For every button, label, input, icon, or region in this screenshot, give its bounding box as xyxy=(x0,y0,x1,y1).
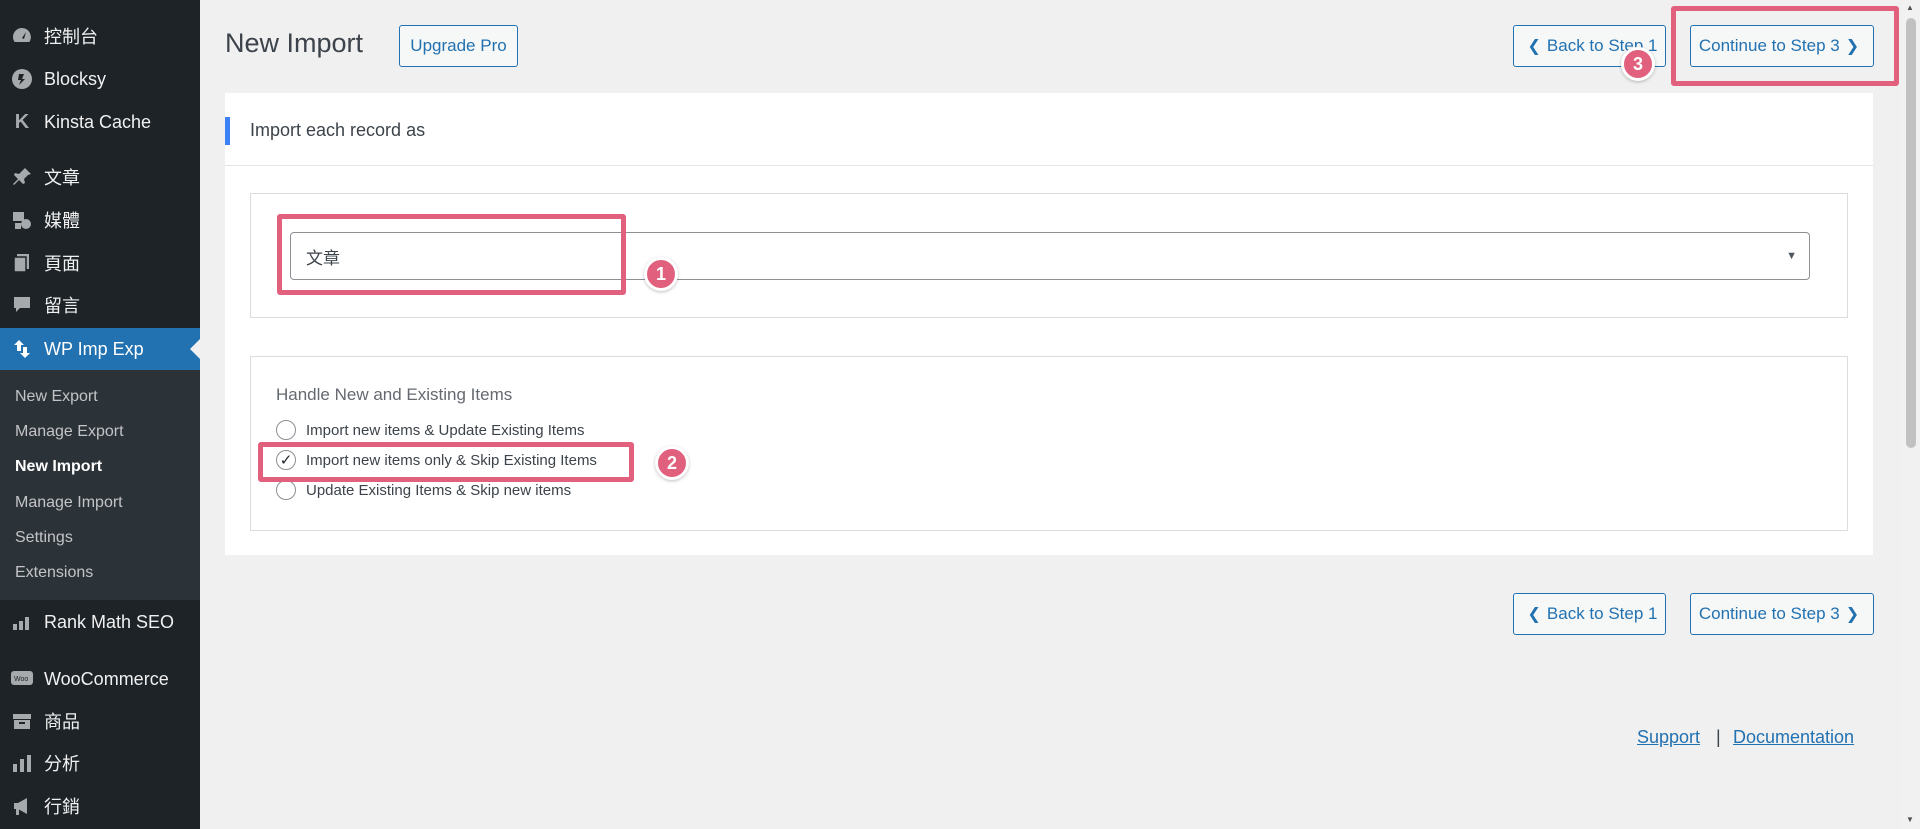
footer-separator: | xyxy=(1716,727,1721,747)
option-import-update[interactable]: Import new items & Update Existing Items xyxy=(276,420,584,440)
sidebar-item-marketing[interactable]: 行銷 xyxy=(0,785,200,827)
sidebar-item-label: WP Imp Exp xyxy=(44,338,144,359)
blocksy-icon xyxy=(10,67,34,91)
submenu-extensions[interactable]: Extensions xyxy=(15,564,93,582)
support-link-wrap: Support xyxy=(1637,727,1700,748)
import-settings-card: Import each record as 文章 ▼ Handle New an… xyxy=(225,93,1873,555)
option-label: Import new items & Update Existing Items xyxy=(306,421,585,439)
step-badge-2: 2 xyxy=(655,446,689,480)
submenu-new-import[interactable]: New Import xyxy=(15,458,102,476)
pages-icon xyxy=(10,251,34,275)
handle-items-heading: Handle New and Existing Items xyxy=(276,385,513,404)
dashboard-icon xyxy=(10,24,34,48)
sidebar-item-wp-imp-exp[interactable]: WP Imp Exp xyxy=(0,328,200,370)
sidebar-item-label: Kinsta Cache xyxy=(44,111,152,132)
sidebar-item-label: 分析 xyxy=(44,754,80,774)
radio-button[interactable] xyxy=(276,480,296,500)
scroll-down-arrow-icon[interactable]: ▼ xyxy=(1906,815,1914,824)
sidebar-item-label: 行銷 xyxy=(44,797,80,817)
chevron-right-icon: ❯ xyxy=(1845,606,1860,623)
pin-icon xyxy=(10,165,34,189)
sidebar-item-analytics[interactable]: 分析 xyxy=(0,742,200,784)
sidebar-item-kinsta[interactable]: K Kinsta Cache xyxy=(0,101,200,143)
sidebar-item-products[interactable]: 商品 xyxy=(0,700,200,742)
section-accent-bar xyxy=(225,117,230,145)
dropdown-caret-icon: ▼ xyxy=(1786,250,1797,262)
sidebar-item-posts[interactable]: 文章 xyxy=(0,156,200,198)
sidebar-item-blocksy[interactable]: Blocksy xyxy=(0,58,200,100)
sidebar-item-label: 文章 xyxy=(44,168,80,188)
documentation-link[interactable]: Documentation xyxy=(1733,727,1854,747)
wp-imp-exp-submenu: New Export Manage Export New Import Mana… xyxy=(0,370,200,600)
sidebar-item-label: 留言 xyxy=(44,296,80,316)
documentation-link-wrap: Documentation xyxy=(1733,727,1854,748)
highlight-box-3 xyxy=(1671,6,1899,86)
section-title: Import each record as xyxy=(250,120,426,140)
page-title: New Import xyxy=(225,28,364,58)
highlight-box-1 xyxy=(277,214,626,295)
sidebar-item-media[interactable]: 媒體 xyxy=(0,199,200,241)
sidebar-item-label: WooCommerce xyxy=(44,668,169,689)
svg-text:Woo: Woo xyxy=(14,676,28,683)
highlight-box-2 xyxy=(258,442,634,482)
submenu-settings[interactable]: Settings xyxy=(15,529,73,547)
sidebar-item-comments[interactable]: 留言 xyxy=(0,284,200,326)
page-scrollbar[interactable]: ▲ ▼ xyxy=(1902,0,1920,829)
step-badge-3: 3 xyxy=(1621,47,1655,81)
submenu-new-export[interactable]: New Export xyxy=(15,388,98,406)
back-to-step1-bottom-button[interactable]: ❮ Back to Step 1 xyxy=(1513,593,1666,635)
upgrade-pro-label: Upgrade Pro xyxy=(410,36,507,55)
rank-math-icon xyxy=(10,610,34,634)
submenu-manage-import[interactable]: Manage Import xyxy=(15,494,123,512)
sidebar-item-label: Blocksy xyxy=(44,68,107,89)
scrollbar-thumb[interactable] xyxy=(1906,18,1916,448)
sidebar-item-label: Rank Math SEO xyxy=(44,611,175,632)
analytics-icon xyxy=(10,751,34,775)
comments-icon xyxy=(10,293,34,317)
option-update-skip[interactable]: Update Existing Items & Skip new items xyxy=(276,480,571,500)
sidebar-item-dashboard[interactable]: 控制台 xyxy=(0,15,200,57)
sidebar-item-label: 媒體 xyxy=(44,211,80,231)
option-label: Update Existing Items & Skip new items xyxy=(306,481,572,499)
sidebar-item-label: 控制台 xyxy=(44,27,98,47)
sidebar-item-label: 頁面 xyxy=(44,254,80,274)
products-icon xyxy=(10,709,34,733)
sidebar-item-label: 商品 xyxy=(44,712,80,732)
chevron-left-icon: ❮ xyxy=(1527,38,1541,55)
media-icon xyxy=(10,208,34,232)
sidebar-item-woocommerce[interactable]: Woo WooCommerce xyxy=(0,658,200,700)
back-label: Back to Step 1 xyxy=(1546,604,1658,623)
marketing-icon xyxy=(10,794,34,818)
import-export-icon xyxy=(10,337,34,361)
admin-sidebar: 控制台 Blocksy K Kinsta Cache 文章 媒體 頁面 留言 W… xyxy=(0,0,200,829)
sidebar-item-pages[interactable]: 頁面 xyxy=(0,242,200,284)
scroll-up-arrow-icon[interactable]: ▲ xyxy=(1906,3,1914,12)
submenu-manage-export[interactable]: Manage Export xyxy=(15,423,124,441)
continue-to-step3-bottom-button[interactable]: Continue to Step 3 ❯ xyxy=(1690,593,1874,635)
upgrade-pro-button[interactable]: Upgrade Pro xyxy=(399,25,518,67)
chevron-left-icon: ❮ xyxy=(1527,606,1541,623)
kinsta-icon: K xyxy=(14,110,30,133)
woocommerce-icon: Woo xyxy=(10,667,34,691)
radio-button[interactable] xyxy=(276,420,296,440)
section-header: Import each record as xyxy=(225,93,1873,166)
support-link[interactable]: Support xyxy=(1637,727,1700,747)
sidebar-item-rank-math[interactable]: Rank Math SEO xyxy=(0,601,200,643)
continue-label: Continue to Step 3 xyxy=(1698,604,1840,623)
step-badge-1: 1 xyxy=(644,257,678,291)
